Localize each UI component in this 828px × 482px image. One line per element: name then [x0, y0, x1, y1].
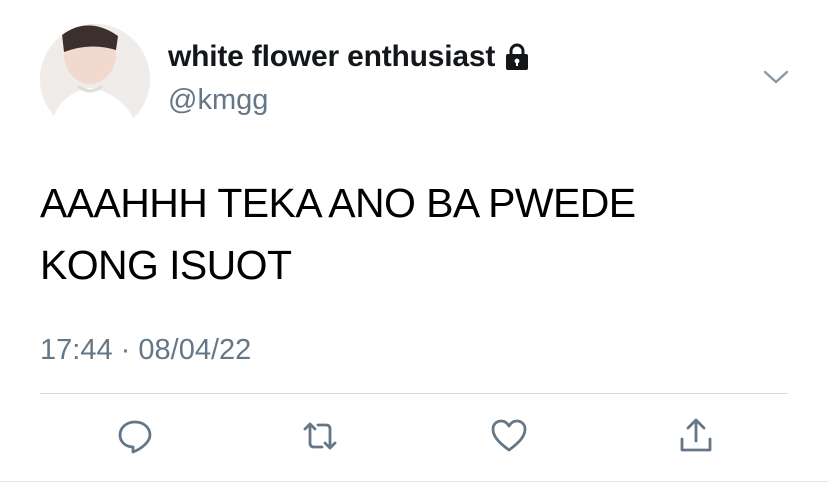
- share-icon: [680, 418, 712, 452]
- avatar[interactable]: [40, 24, 150, 134]
- display-name-text: white flower enthusiast: [168, 40, 496, 73]
- divider: [40, 393, 788, 394]
- tweet-time: 17:44: [40, 334, 113, 366]
- tweet-date: 08/04/22: [138, 334, 252, 366]
- chevron-down-icon[interactable]: [762, 66, 790, 88]
- like-button[interactable]: [487, 414, 531, 458]
- retweet-button[interactable]: [298, 414, 342, 458]
- share-button[interactable]: [674, 414, 718, 458]
- user-handle[interactable]: @kmgg: [168, 84, 268, 117]
- tweet-text: AAAHHH TEKA ANO BA PWEDE KONG ISUOT: [40, 180, 636, 288]
- lock-icon: [503, 42, 531, 72]
- reply-button[interactable]: [113, 414, 157, 458]
- tweet-actions: [0, 414, 828, 462]
- reply-icon: [118, 420, 152, 454]
- timestamp-separator: ·: [120, 334, 131, 366]
- avatar-image: [40, 24, 150, 134]
- heart-icon: [491, 419, 527, 452]
- tweet-timestamp[interactable]: 17:44 · 08/04/22: [40, 334, 251, 367]
- retweet-icon: [303, 422, 337, 450]
- display-name[interactable]: white flower enthusiast: [168, 40, 531, 74]
